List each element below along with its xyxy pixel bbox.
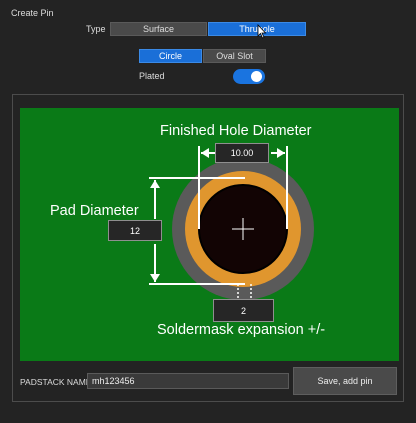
plated-toggle[interactable] (233, 69, 265, 84)
hole-arrow-left (201, 148, 209, 158)
save-add-pin-button[interactable]: Save, add pin (293, 367, 397, 395)
finished-hole-label: Finished Hole Diameter (160, 123, 312, 139)
padstack-name-label: PADSTACK NAME (20, 377, 92, 387)
type-surface-button[interactable]: Surface (110, 22, 207, 36)
soldermask-label: Soldermask expansion +/- (157, 322, 326, 338)
pad-diameter-label: Pad Diameter (50, 203, 139, 219)
pad-diameter-input[interactable]: 12 (108, 220, 162, 241)
shape-circle-button[interactable]: Circle (139, 49, 202, 63)
plated-label: Plated (139, 71, 165, 81)
pad-arrow-bottom (150, 274, 160, 282)
type-label: Type (86, 24, 106, 34)
shape-oval-slot-button[interactable]: Oval Slot (203, 49, 266, 63)
finished-hole-input[interactable]: 10.00 (215, 143, 269, 163)
toggle-knob (251, 71, 262, 82)
padstack-name-input[interactable] (87, 373, 289, 389)
mouse-cursor-icon (257, 24, 267, 39)
soldermask-input[interactable]: 2 (213, 299, 274, 322)
pad-arrow-top (150, 180, 160, 188)
dialog-title: Create Pin (11, 8, 54, 18)
hole-arrow-right (277, 148, 285, 158)
